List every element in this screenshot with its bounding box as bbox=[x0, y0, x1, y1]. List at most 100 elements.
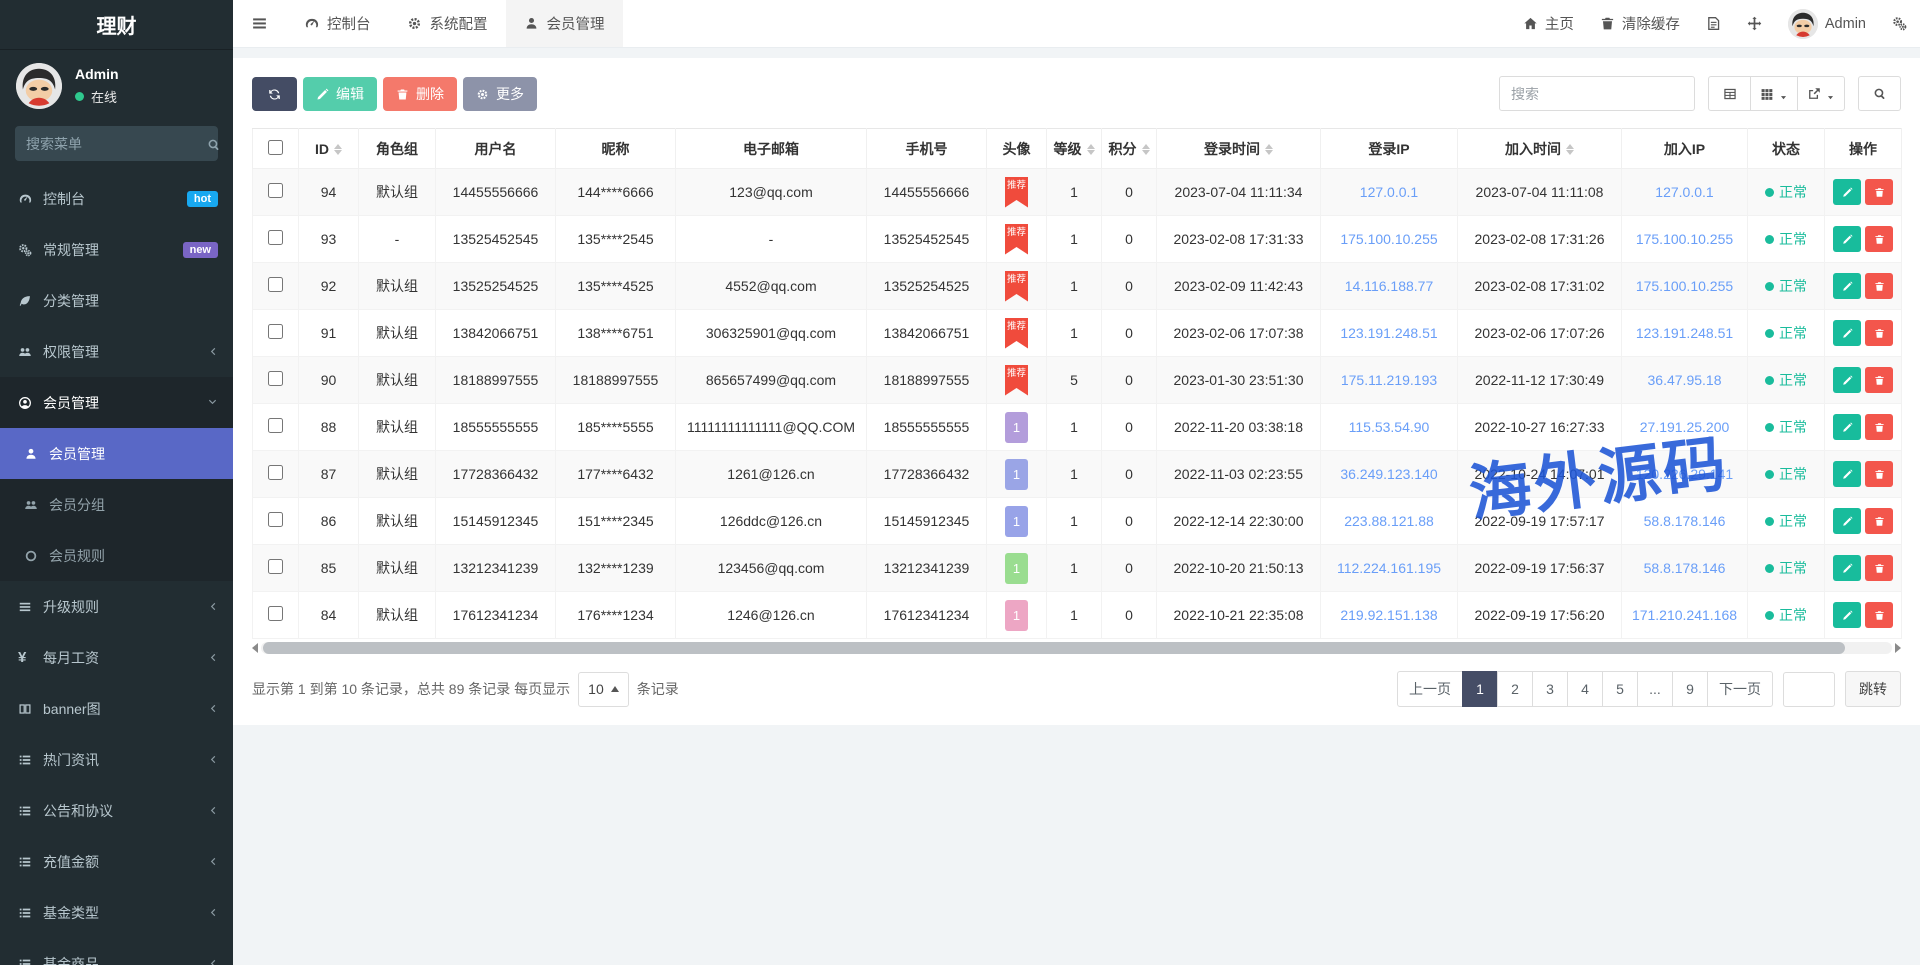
sidebar-toggle-button[interactable] bbox=[233, 0, 286, 47]
join-ip-link[interactable]: 58.8.178.146 bbox=[1644, 560, 1726, 576]
row-edit-button[interactable] bbox=[1833, 320, 1861, 346]
nav-tab-控制台[interactable]: 控制台 bbox=[286, 0, 389, 47]
nav-action-home[interactable]: 主页 bbox=[1510, 0, 1587, 47]
login-ip-link[interactable]: 175.11.219.193 bbox=[1341, 372, 1437, 388]
page-button-5[interactable]: 5 bbox=[1602, 671, 1638, 707]
sort-icon[interactable] bbox=[1566, 144, 1574, 155]
scroll-left-icon[interactable] bbox=[252, 643, 258, 653]
login-ip-link[interactable]: 127.0.0.1 bbox=[1360, 184, 1418, 200]
sidebar-item-公告和协议[interactable]: 公告和协议 bbox=[0, 785, 233, 836]
row-delete-button[interactable] bbox=[1865, 555, 1893, 581]
row-delete-button[interactable] bbox=[1865, 461, 1893, 487]
page-jump-input[interactable] bbox=[1783, 672, 1835, 707]
sidebar-item-权限管理[interactable]: 权限管理 bbox=[0, 326, 233, 377]
row-checkbox[interactable] bbox=[268, 512, 283, 527]
page-button-9[interactable]: 9 bbox=[1672, 671, 1708, 707]
sidebar-item-分类管理[interactable]: 分类管理 bbox=[0, 275, 233, 326]
page-jump-button[interactable]: 跳转 bbox=[1845, 671, 1901, 707]
join-ip-link[interactable]: 127.0.0.1 bbox=[1655, 184, 1713, 200]
sidebar-item-每月工资[interactable]: ¥每月工资 bbox=[0, 632, 233, 683]
nav-action-language[interactable] bbox=[1693, 0, 1734, 47]
column-header-score[interactable]: 积分 bbox=[1102, 129, 1157, 169]
join-ip-link[interactable]: 175.100.10.255 bbox=[1636, 231, 1733, 247]
row-delete-button[interactable] bbox=[1865, 273, 1893, 299]
row-checkbox[interactable] bbox=[268, 183, 283, 198]
login-ip-link[interactable]: 175.100.10.255 bbox=[1340, 231, 1437, 247]
row-checkbox[interactable] bbox=[268, 371, 283, 386]
nav-tab-系统配置[interactable]: 系统配置 bbox=[389, 0, 506, 47]
row-delete-button[interactable] bbox=[1865, 508, 1893, 534]
column-header-join_time[interactable]: 加入时间 bbox=[1458, 129, 1622, 169]
scroll-right-icon[interactable] bbox=[1895, 643, 1901, 653]
join-ip-link[interactable]: 171.210.241.168 bbox=[1632, 607, 1737, 623]
login-ip-link[interactable]: 223.88.121.88 bbox=[1344, 513, 1434, 529]
row-delete-button[interactable] bbox=[1865, 320, 1893, 346]
row-edit-button[interactable] bbox=[1833, 461, 1861, 487]
row-checkbox[interactable] bbox=[268, 465, 283, 480]
sidebar-item-基金商品[interactable]: 基金商品 bbox=[0, 938, 233, 965]
row-delete-button[interactable] bbox=[1865, 367, 1893, 393]
row-checkbox[interactable] bbox=[268, 559, 283, 574]
more-button[interactable]: 更多 bbox=[463, 77, 537, 111]
join-ip-link[interactable]: 175.100.10.255 bbox=[1636, 278, 1733, 294]
join-ip-link[interactable]: 36.47.95.18 bbox=[1648, 372, 1722, 388]
export-button[interactable] bbox=[1797, 76, 1845, 111]
sort-icon[interactable] bbox=[334, 144, 342, 155]
row-edit-button[interactable] bbox=[1833, 226, 1861, 252]
nav-action-user-menu[interactable]: Admin bbox=[1775, 0, 1879, 47]
login-ip-link[interactable]: 115.53.54.90 bbox=[1349, 419, 1430, 435]
select-all-checkbox[interactable] bbox=[268, 140, 283, 155]
scrollbar-track[interactable] bbox=[261, 642, 1892, 654]
page-button-3[interactable]: 3 bbox=[1532, 671, 1568, 707]
login-ip-link[interactable]: 14.116.188.77 bbox=[1345, 278, 1434, 294]
sort-icon[interactable] bbox=[1142, 144, 1150, 155]
row-edit-button[interactable] bbox=[1833, 179, 1861, 205]
row-edit-button[interactable] bbox=[1833, 602, 1861, 628]
row-delete-button[interactable] bbox=[1865, 179, 1893, 205]
join-ip-link[interactable]: 58.8.178.146 bbox=[1644, 513, 1726, 529]
horizontal-scrollbar[interactable] bbox=[252, 641, 1901, 655]
nav-action-settings[interactable] bbox=[1879, 0, 1920, 47]
submenu-item-会员分组[interactable]: 会员分组 bbox=[0, 479, 233, 530]
login-ip-link[interactable]: 112.224.161.195 bbox=[1337, 560, 1441, 576]
nav-action-clear-cache[interactable]: 清除缓存 bbox=[1587, 0, 1693, 47]
page-button-下一页[interactable]: 下一页 bbox=[1707, 671, 1773, 707]
sidebar-item-banner图[interactable]: banner图 bbox=[0, 683, 233, 734]
sidebar-item-会员管理[interactable]: 会员管理 bbox=[0, 377, 233, 428]
page-button-2[interactable]: 2 bbox=[1497, 671, 1533, 707]
sidebar-item-升级规则[interactable]: 升级规则 bbox=[0, 581, 233, 632]
row-edit-button[interactable] bbox=[1833, 508, 1861, 534]
column-header-level[interactable]: 等级 bbox=[1047, 129, 1102, 169]
sort-icon[interactable] bbox=[1265, 144, 1273, 155]
sort-icon[interactable] bbox=[1087, 144, 1095, 155]
nav-action-fullscreen[interactable] bbox=[1734, 0, 1775, 47]
login-ip-link[interactable]: 36.249.123.140 bbox=[1340, 466, 1437, 482]
sidebar-item-热门资讯[interactable]: 热门资讯 bbox=[0, 734, 233, 785]
refresh-button[interactable] bbox=[252, 77, 297, 111]
delete-button[interactable]: 删除 bbox=[383, 77, 457, 111]
row-checkbox[interactable] bbox=[268, 606, 283, 621]
toggle-view-button[interactable] bbox=[1708, 76, 1751, 111]
sidebar-item-基金类型[interactable]: 基金类型 bbox=[0, 887, 233, 938]
page-size-select[interactable]: 10 bbox=[578, 672, 629, 707]
login-ip-link[interactable]: 123.191.248.51 bbox=[1340, 325, 1437, 341]
row-delete-button[interactable] bbox=[1865, 226, 1893, 252]
table-search-input[interactable] bbox=[1499, 76, 1695, 111]
page-button-上一页[interactable]: 上一页 bbox=[1397, 671, 1463, 707]
row-delete-button[interactable] bbox=[1865, 602, 1893, 628]
sidebar-item-控制台[interactable]: 控制台hot bbox=[0, 173, 233, 224]
sidebar-item-常规管理[interactable]: 常规管理new bbox=[0, 224, 233, 275]
join-ip-link[interactable]: 123.191.248.51 bbox=[1636, 325, 1733, 341]
nav-tab-会员管理[interactable]: 会员管理 bbox=[506, 0, 623, 47]
row-checkbox[interactable] bbox=[268, 230, 283, 245]
submenu-item-会员规则[interactable]: 会员规则 bbox=[0, 530, 233, 581]
column-header-login_time[interactable]: 登录时间 bbox=[1157, 129, 1321, 169]
page-button-4[interactable]: 4 bbox=[1567, 671, 1603, 707]
page-button-1[interactable]: 1 bbox=[1462, 671, 1498, 707]
row-edit-button[interactable] bbox=[1833, 273, 1861, 299]
row-edit-button[interactable] bbox=[1833, 367, 1861, 393]
row-delete-button[interactable] bbox=[1865, 414, 1893, 440]
row-checkbox[interactable] bbox=[268, 418, 283, 433]
page-button-...[interactable]: ... bbox=[1637, 671, 1673, 707]
submenu-item-会员管理[interactable]: 会员管理 bbox=[0, 428, 233, 479]
